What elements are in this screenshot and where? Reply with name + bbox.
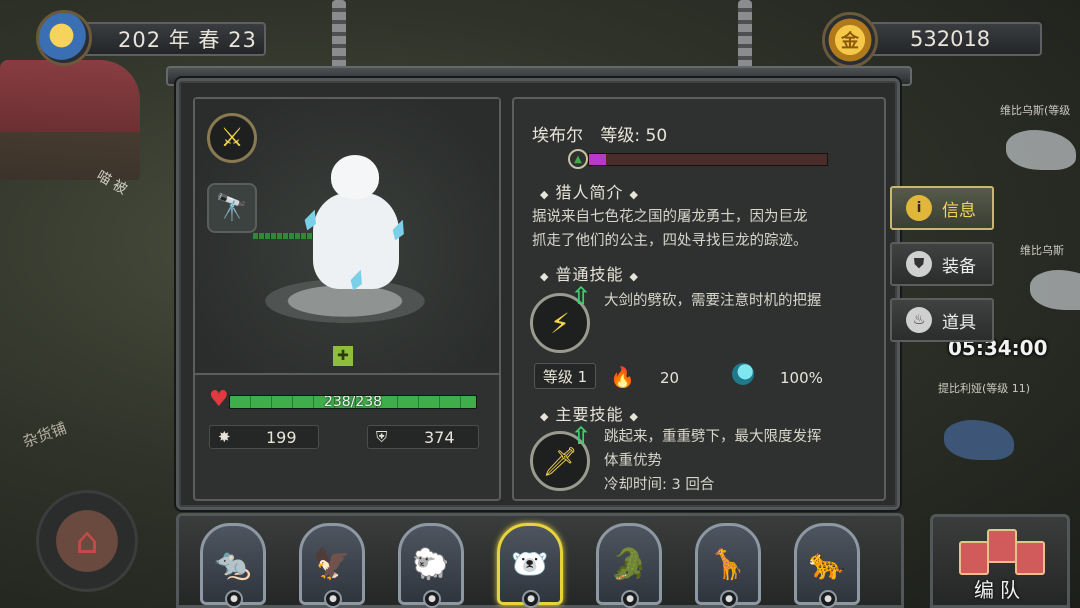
- normal-skill-description: 大剑的劈砍，需要注意时机的把握: [604, 293, 822, 309]
- class-badge-icon: ●: [621, 590, 639, 608]
- coin-symbol: 金: [841, 31, 859, 52]
- class-badge-icon: ●: [720, 590, 738, 608]
- hero-portrait-panel: ⚔ 🔭 ✚ 238/238 ♥ ✸ 199 ⛨ 374: [193, 97, 501, 501]
- roster-hero-crocodile[interactable]: 🐊 ●: [596, 523, 662, 608]
- fire-icon: 🔥: [610, 365, 635, 389]
- tab-equipment[interactable]: ⛊ 装备: [890, 242, 994, 286]
- intro-line: 据说来自七色花之国的屠龙勇士，因为巨龙: [532, 209, 808, 225]
- main-skill-line: 体重优势: [604, 453, 662, 469]
- mini-health-bar: [253, 233, 313, 239]
- intro-line: 抓走了他们的公主，四处寻找巨龙的踪迹。: [532, 233, 808, 249]
- leopard-portrait-icon: 🐆: [808, 546, 846, 582]
- polar-bear-portrait-icon: 🐻‍❄️: [511, 546, 549, 582]
- diamond-icon: ◆: [629, 410, 639, 423]
- hero-name-level: 埃布尔 等级: 50: [532, 121, 667, 146]
- hero-level: 等级: 50: [600, 126, 668, 146]
- npc-name-label: 维比乌斯: [1020, 244, 1064, 257]
- cooldown-text: 冷却时间: 3 回合: [604, 477, 715, 493]
- roster-hero-eagle[interactable]: 🦅 ●: [299, 523, 365, 608]
- diamond-icon: ◆: [540, 410, 550, 423]
- pirate-rat-portrait-icon: 🐀: [214, 546, 252, 582]
- shop-sign: 杂货铺: [20, 418, 69, 452]
- class-badge-icon: ●: [324, 590, 342, 608]
- shop-building-icon[interactable]: ⌂: [36, 490, 138, 592]
- hero-intro-text: 据说来自七色花之国的屠龙勇士，因为巨龙 抓走了他们的公主，四处寻找巨龙的踪迹。: [532, 205, 880, 253]
- roster-hero-sheep[interactable]: 🐑 ●: [398, 523, 464, 608]
- gold-coin-icon: 金: [822, 12, 878, 68]
- experience-bar: [588, 153, 828, 166]
- gold-display: 532018: [862, 22, 1042, 56]
- diamond-icon: ◆: [540, 188, 550, 201]
- giraffe-portrait-icon: 🦒: [709, 546, 747, 582]
- roster-hero-pirate-rat[interactable]: 🐀 ●: [200, 523, 266, 608]
- roster-hero-leopard[interactable]: 🐆 ●: [794, 523, 860, 608]
- fire-value: 20: [660, 369, 680, 387]
- class-badge-icon: ●: [522, 590, 540, 608]
- intro-section-title: ◆ 猎人简介 ◆: [534, 179, 645, 203]
- attack-stat: ✸ 199: [209, 425, 319, 449]
- hero-portrait-area: ⚔ 🔭 ✚: [195, 99, 499, 375]
- background-dinosaur: [944, 420, 1014, 460]
- npc-name-label: 提比利娅(等级 11): [938, 382, 1031, 395]
- tab-info-label: 信息: [942, 200, 976, 221]
- skill-upgrade-arrow-icon[interactable]: ⇧: [570, 424, 592, 448]
- npc-name-label: 维比乌斯(等级: [1000, 104, 1071, 117]
- diamond-icon: ◆: [540, 270, 550, 283]
- sheep-portrait-icon: 🐑: [412, 546, 450, 582]
- background-dinosaur: [1006, 130, 1076, 170]
- sword-weapon-icon[interactable]: ⚔: [207, 113, 257, 163]
- hero-head: [331, 155, 379, 199]
- hero-info-panel: 埃布尔 等级: 50 ▲ ◆ 猎人简介 ◆ 据说来自七色花之国的屠龙勇士，因为巨龙 …: [512, 97, 886, 501]
- diamond-icon: ◆: [629, 270, 639, 283]
- defense-value: 374: [424, 427, 455, 447]
- health-row: 238/238 ♥: [209, 387, 485, 412]
- experience-row: ▲: [568, 149, 832, 169]
- hanging-chain: [332, 0, 346, 72]
- attack-burst-icon: ✸: [218, 428, 231, 446]
- background-house: [0, 60, 140, 180]
- telescope-icon[interactable]: 🔭: [207, 183, 257, 233]
- class-badge-icon: ●: [423, 590, 441, 608]
- diamond-icon: ◆: [629, 188, 639, 201]
- class-badge-icon: ✚: [333, 346, 353, 366]
- main-skill-line: 跳起来，重重劈下，最大限度发挥: [604, 429, 822, 445]
- attack-value: 199: [266, 427, 297, 447]
- roster-hero-giraffe[interactable]: 🦒 ●: [695, 523, 761, 608]
- class-badge-icon: ●: [819, 590, 837, 608]
- heart-icon: ♥: [209, 387, 229, 412]
- roster-hero-polar-bear[interactable]: 🐻‍❄️ ●: [497, 523, 563, 608]
- date-text: 202 年 春 23: [118, 28, 257, 52]
- eagle-portrait-icon: 🦅: [313, 546, 351, 582]
- info-icon: i: [906, 195, 932, 221]
- team-formation-label: 编队: [974, 578, 1026, 602]
- season-moon-icon[interactable]: [36, 10, 92, 66]
- level-up-arrow-icon: ▲: [568, 149, 588, 169]
- defense-stat: ⛨ 374: [367, 425, 479, 449]
- team-formation-button[interactable]: 编队: [930, 514, 1070, 608]
- main-skill-description: 跳起来，重重劈下，最大限度发挥 体重优势 冷却时间: 3 回合: [604, 425, 876, 497]
- intro-title-text: 猎人简介: [555, 183, 624, 202]
- background-dinosaur: [1030, 270, 1080, 310]
- gold-amount: 532018: [910, 27, 991, 51]
- health-text: 238/238: [323, 395, 383, 409]
- hanging-chain: [738, 0, 752, 72]
- armor-icon: ⛊: [906, 251, 932, 277]
- tab-info[interactable]: i 信息: [890, 186, 994, 230]
- crocodile-portrait-icon: 🐊: [610, 546, 648, 582]
- crit-value: 100%: [780, 369, 823, 387]
- tab-items[interactable]: ♨ 道具: [890, 298, 994, 342]
- tab-items-label: 道具: [942, 312, 976, 333]
- crit-swirl-icon: [732, 363, 754, 385]
- class-badge-icon: ●: [225, 590, 243, 608]
- calendar-display: 202 年 春 23: [78, 22, 266, 56]
- tab-equipment-label: 装备: [942, 256, 976, 277]
- hero-name: 埃布尔: [532, 126, 583, 146]
- skill-level-tag: 等级 1: [534, 363, 596, 389]
- experience-bar-fill: [589, 154, 606, 165]
- potion-bag-icon: ♨: [906, 307, 932, 333]
- shield-icon: ⛨: [376, 428, 388, 446]
- skill-upgrade-arrow-icon[interactable]: ⇧: [570, 284, 592, 308]
- health-bar: 238/238: [229, 395, 477, 409]
